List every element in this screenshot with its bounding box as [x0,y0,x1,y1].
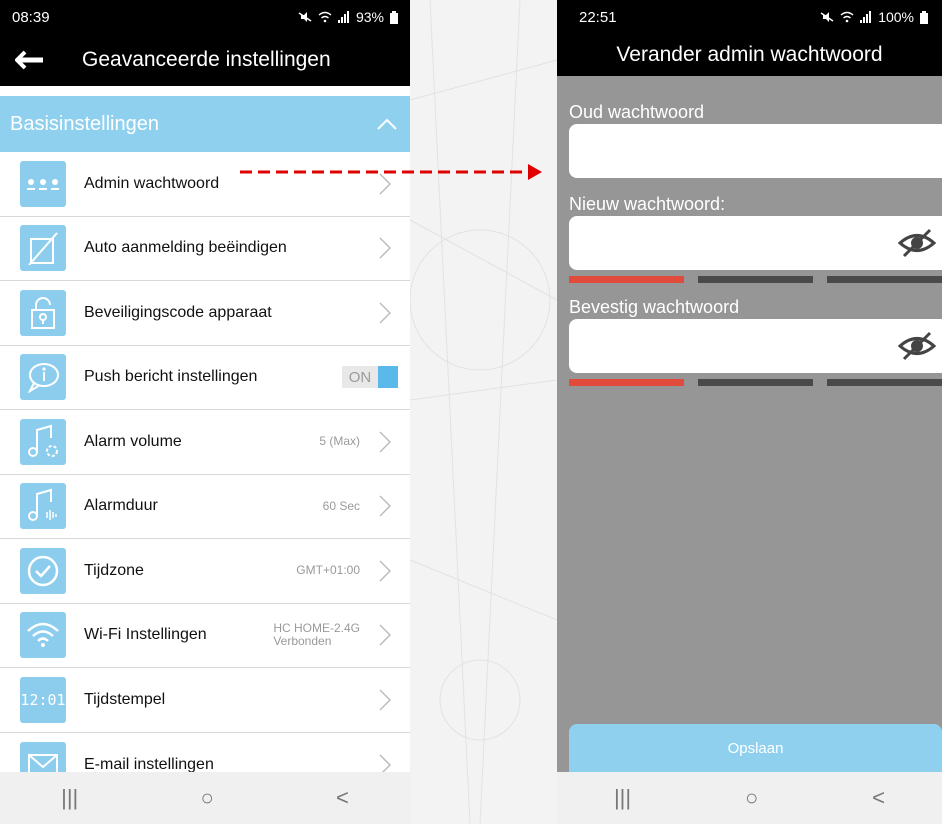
old-password-input[interactable] [569,124,942,178]
section-header-basisinstellingen[interactable]: Basisinstellingen [0,96,410,152]
new-password-strength-meter [569,276,942,283]
mute-icon [298,12,312,22]
new-password-label: Nieuw wachtwoord: [569,194,726,214]
battery-icon [390,10,398,24]
chevron-right-icon [374,237,396,259]
nav-back-button[interactable]: < [336,785,349,811]
strength-segment [698,379,813,386]
chevron-right-icon [374,560,396,582]
settings-item-value: HC HOME-2.4G Verbonden [273,622,360,648]
strength-segment [827,379,942,386]
toggle-knob [378,366,398,389]
page-title: Geavanceerde instellingen [82,48,331,71]
status-time: 08:39 [12,8,50,26]
new-password-input[interactable] [569,216,942,270]
strength-segment [569,379,684,386]
lock-icon [20,289,66,336]
confirm-password-input[interactable] [569,319,942,373]
settings-item-value: GMT+01:00 [296,563,360,578]
chevron-right-icon [374,689,396,711]
system-nav-bar: ||| ○ < [557,772,942,824]
settings-item-value: 5 (Max) [319,434,360,449]
wifi-status-icon [318,11,332,23]
password-form: Oud wachtwoord Nieuw wachtwoord: Bevesti… [557,76,942,386]
settings-item-timezone[interactable]: Tijdzone GMT+01:00 [0,539,410,604]
status-icons: 100% [820,9,928,25]
status-time: 22:51 [579,8,617,26]
section-title: Basisinstellingen [10,112,159,135]
settings-item-push-notifications[interactable]: Push bericht instellingen ON [0,346,410,410]
no-login-icon [20,225,66,272]
page-title: Verander admin wachtwoord [557,34,942,76]
wifi-status: Verbonden [273,634,332,649]
settings-item-label: Auto aanmelding beëindigen [84,239,287,257]
battery-percent: 93% [355,9,384,25]
right-phone-screen: 22:51 100% Verander admin wachtwoord Oud… [557,0,942,824]
status-bar: 08:39 93% [0,0,410,34]
toggle-state-label: ON [342,366,378,389]
old-password-label: Oud wachtwoord [569,102,705,122]
strength-segment [827,276,942,283]
settings-item-device-security-code[interactable]: Beveiligingscode apparaat [0,281,410,346]
signal-icon [337,11,349,23]
settings-list: Admin wachtwoord Auto aanmelding beëindi… [0,152,410,797]
settings-item-value: 60 Sec [322,498,360,513]
settings-item-label: Alarm volume [84,432,182,450]
red-dashed-arrow [240,164,542,180]
settings-item-label: Tijdstempel [84,690,166,708]
settings-item-alarm-duration[interactable]: Alarmduur 60 Sec [0,475,410,539]
home-button[interactable]: ○ [200,785,213,811]
settings-item-label: Alarmduur [84,497,158,515]
confirm-password-strength-meter [569,379,942,386]
save-button[interactable]: Opslaan [569,724,942,772]
home-button[interactable]: ○ [745,785,758,811]
music-duration-icon [20,483,66,530]
settings-item-label: Tijdzone [84,561,144,579]
digital-clock-icon: 12:01 [20,676,66,723]
chevron-right-icon [374,302,396,324]
app-header: Geavanceerde instellingen [0,34,410,86]
settings-item-label: Beveiligingscode apparaat [84,303,272,321]
left-phone-screen: 08:39 93% Geavanceerde instellingen Basi… [0,0,410,824]
battery-percent: 100% [878,9,914,25]
eye-slash-icon[interactable] [898,331,936,361]
wifi-status-icon [840,11,854,23]
back-arrow-icon [15,50,43,70]
chevron-up-icon [377,118,397,130]
message-icon [20,354,66,401]
back-button[interactable] [0,34,60,86]
eye-slash-icon[interactable] [898,228,936,258]
settings-item-timestamp[interactable]: 12:01 Tijdstempel [0,668,410,733]
nav-back-button[interactable]: < [872,785,885,811]
strength-segment [698,276,813,283]
chevron-right-icon [374,495,396,517]
confirm-password-label: Bevestig wachtwoord [569,297,740,317]
settings-item-alarm-volume[interactable]: Alarm volume 5 (Max) [0,410,410,475]
mute-icon [820,12,834,22]
status-icons: 93% [298,9,398,25]
signal-icon [860,11,872,23]
system-nav-bar: ||| ○ < [0,772,410,824]
clock-check-icon [20,547,66,594]
battery-icon [920,10,928,24]
dots-icon [20,160,66,207]
settings-item-label: Push bericht instellingen [84,368,258,386]
push-toggle[interactable]: ON [342,366,398,389]
music-gear-icon [20,418,66,465]
settings-item-auto-logout[interactable]: Auto aanmelding beëindigen [0,217,410,281]
status-bar: 22:51 100% [557,0,942,34]
settings-item-label: Wi-Fi Instellingen [84,626,207,644]
recent-apps-button[interactable]: ||| [614,785,631,811]
chevron-right-icon [374,431,396,453]
wifi-icon [20,612,66,659]
digital-clock-text: 12:01 [20,690,66,709]
settings-item-wifi[interactable]: Wi-Fi Instellingen HC HOME-2.4G Verbonde… [0,604,410,668]
recent-apps-button[interactable]: ||| [61,785,78,811]
chevron-right-icon [374,624,396,646]
strength-segment [569,276,684,283]
